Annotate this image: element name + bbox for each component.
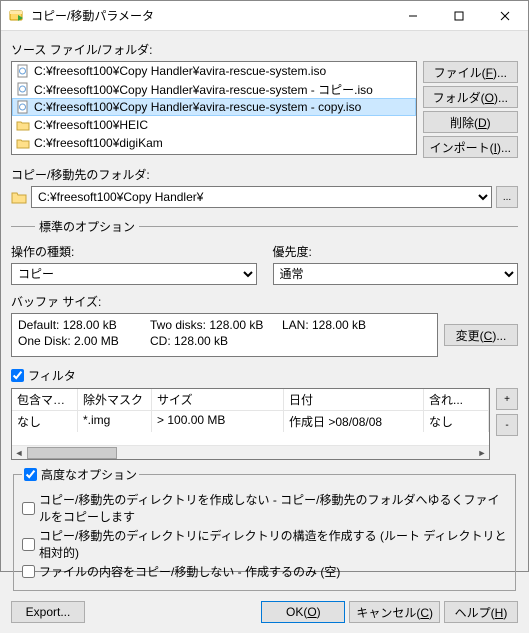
change-buffer-button[interactable]: 変更(C)... bbox=[444, 324, 518, 346]
title-bar: コピー/移動パラメータ bbox=[1, 1, 528, 31]
window-title: コピー/移動パラメータ bbox=[31, 7, 390, 24]
advanced-legend: 高度なオプション bbox=[41, 466, 137, 483]
buffer-one: One Disk: 2.00 MB bbox=[18, 333, 150, 349]
app-icon bbox=[9, 8, 25, 24]
folder-icon bbox=[11, 189, 27, 205]
help-button[interactable]: ヘルプ(H) bbox=[444, 601, 518, 623]
buffer-lan: LAN: 128.00 kB bbox=[282, 317, 414, 333]
buffer-cd: CD: 128.00 kB bbox=[150, 333, 282, 349]
list-item[interactable]: C:¥freesoft100¥Copy Handler¥avira-rescue… bbox=[12, 62, 416, 80]
list-item[interactable]: C:¥freesoft100¥HEIC bbox=[12, 116, 416, 134]
buffer-box: Default: 128.00 kB Two disks: 128.00 kB … bbox=[11, 313, 438, 357]
priority-select[interactable]: 通常 bbox=[273, 263, 519, 285]
footer: Export... OK(O) キャンセル(C) ヘルプ(H) bbox=[1, 595, 528, 633]
filter-add-button[interactable]: + bbox=[496, 388, 518, 410]
dest-combo[interactable]: C:¥freesoft100¥Copy Handler¥ bbox=[31, 186, 492, 208]
advanced-fieldset: 高度なオプション コピー/移動先のディレクトリを作成しない - コピー/移動先の… bbox=[13, 466, 516, 591]
import-button[interactable]: インポート(I)... bbox=[423, 136, 518, 158]
list-item[interactable]: C:¥freesoft100¥digiKam bbox=[12, 134, 416, 152]
filter-grid[interactable]: 包含マスク 除外マスク サイズ 日付 含れ... なし *.img > 100.… bbox=[11, 388, 490, 460]
source-listbox[interactable]: C:¥freesoft100¥Copy Handler¥avira-rescue… bbox=[11, 61, 417, 155]
adv-opt2-label: コピー/移動先のディレクトリにディレクトリの構造を作成する (ルート ディレクト… bbox=[39, 527, 507, 561]
advanced-checkbox[interactable] bbox=[24, 468, 37, 481]
list-item[interactable]: C:¥freesoft100¥Copy Handler¥avira-rescue… bbox=[12, 98, 416, 116]
cancel-button[interactable]: キャンセル(C) bbox=[349, 601, 440, 623]
filter-remove-button[interactable]: - bbox=[496, 414, 518, 436]
filter-scrollbar[interactable]: ◄ ► bbox=[12, 445, 489, 459]
buffer-default: Default: 128.00 kB bbox=[18, 317, 150, 333]
std-options-group: 標準のオプション bbox=[11, 218, 518, 235]
browse-button[interactable]: ... bbox=[496, 186, 518, 208]
filter-header: 包含マスク 除外マスク サイズ 日付 含れ... bbox=[12, 389, 489, 411]
buffer-label: バッファ サイズ: bbox=[11, 293, 518, 310]
filter-checkbox[interactable] bbox=[11, 369, 24, 382]
operation-select[interactable]: コピー bbox=[11, 263, 257, 285]
add-folder-button[interactable]: フォルダ(O)... bbox=[423, 86, 518, 108]
adv-opt1-label: コピー/移動先のディレクトリを作成しない - コピー/移動先のフォルダへゆるくフ… bbox=[39, 491, 507, 525]
adv-opt1-checkbox[interactable] bbox=[22, 502, 35, 515]
adv-opt2-checkbox[interactable] bbox=[22, 538, 35, 551]
list-item[interactable]: C:¥freesoft100¥Copy Handler¥avira-rescue… bbox=[12, 80, 416, 98]
ok-button[interactable]: OK(O) bbox=[261, 601, 345, 623]
operation-label: 操作の種類: bbox=[11, 243, 257, 260]
filter-row[interactable]: なし *.img > 100.00 MB 作成日 >08/08/08 なし bbox=[12, 411, 489, 432]
dest-label: コピー/移動先のフォルダ: bbox=[11, 166, 518, 183]
export-button[interactable]: Export... bbox=[11, 601, 85, 623]
buffer-two: Two disks: 128.00 kB bbox=[150, 317, 282, 333]
source-label: ソース ファイル/フォルダ: bbox=[11, 41, 518, 58]
delete-button[interactable]: 削除(D) bbox=[423, 111, 518, 133]
maximize-button[interactable] bbox=[436, 1, 482, 31]
close-button[interactable] bbox=[482, 1, 528, 31]
add-file-button[interactable]: ファイル(F)... bbox=[423, 61, 518, 83]
std-options-label: 標準のオプション bbox=[39, 218, 135, 235]
minimize-button[interactable] bbox=[390, 1, 436, 31]
priority-label: 優先度: bbox=[273, 243, 519, 260]
filter-check-label: フィルタ bbox=[28, 367, 76, 384]
